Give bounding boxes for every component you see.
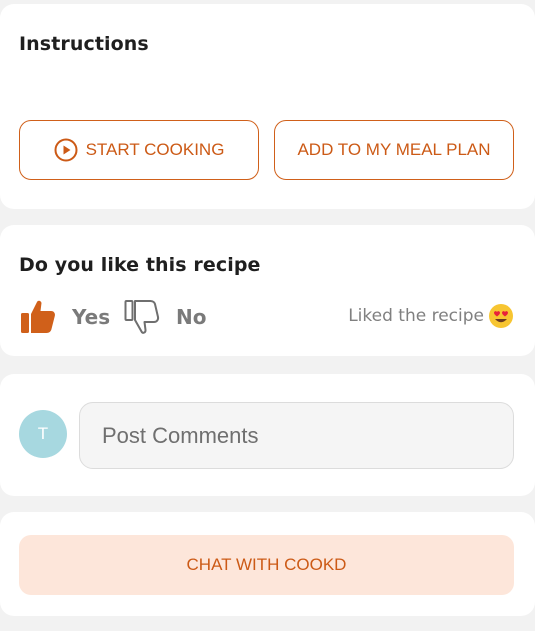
- thumbs-down-icon: [123, 298, 161, 336]
- instructions-card: Instructions START COOKING ADD TO MY MEA…: [0, 4, 535, 209]
- comments-card: T: [0, 374, 535, 496]
- like-yes-button[interactable]: Yes: [19, 297, 110, 337]
- thumbs-up-icon: [19, 298, 57, 336]
- chat-card: CHAT WITH COOKD: [0, 512, 535, 616]
- avatar-initial: T: [37, 424, 49, 443]
- recipe-detail-page: Instructions START COOKING ADD TO MY MEA…: [0, 0, 535, 631]
- heart-eyes-emoji-icon: [488, 303, 514, 329]
- post-comment-input[interactable]: [79, 402, 514, 469]
- start-cooking-label: START COOKING: [85, 140, 225, 159]
- avatar: T: [19, 410, 67, 458]
- start-cooking-button[interactable]: START COOKING: [19, 120, 259, 180]
- add-to-meal-plan-button[interactable]: ADD TO MY MEAL PLAN: [274, 120, 514, 180]
- chat-with-cookd-button[interactable]: CHAT WITH COOKD: [19, 535, 514, 595]
- liked-status: Liked the recipe: [348, 303, 514, 329]
- add-to-meal-plan-label: ADD TO MY MEAL PLAN: [297, 140, 491, 159]
- feedback-title: Do you like this recipe: [19, 254, 261, 276]
- like-no-label: No: [176, 305, 207, 329]
- chat-with-cookd-label: CHAT WITH COOKD: [186, 555, 347, 574]
- like-no-button[interactable]: No: [123, 297, 206, 337]
- play-circle-icon: [54, 138, 78, 162]
- like-yes-label: Yes: [72, 305, 111, 329]
- recipe-feedback-card: Do you like this recipe Yes No Liked the…: [0, 225, 535, 356]
- liked-status-text: Liked the recipe: [348, 306, 484, 326]
- instructions-title: Instructions: [19, 33, 149, 55]
